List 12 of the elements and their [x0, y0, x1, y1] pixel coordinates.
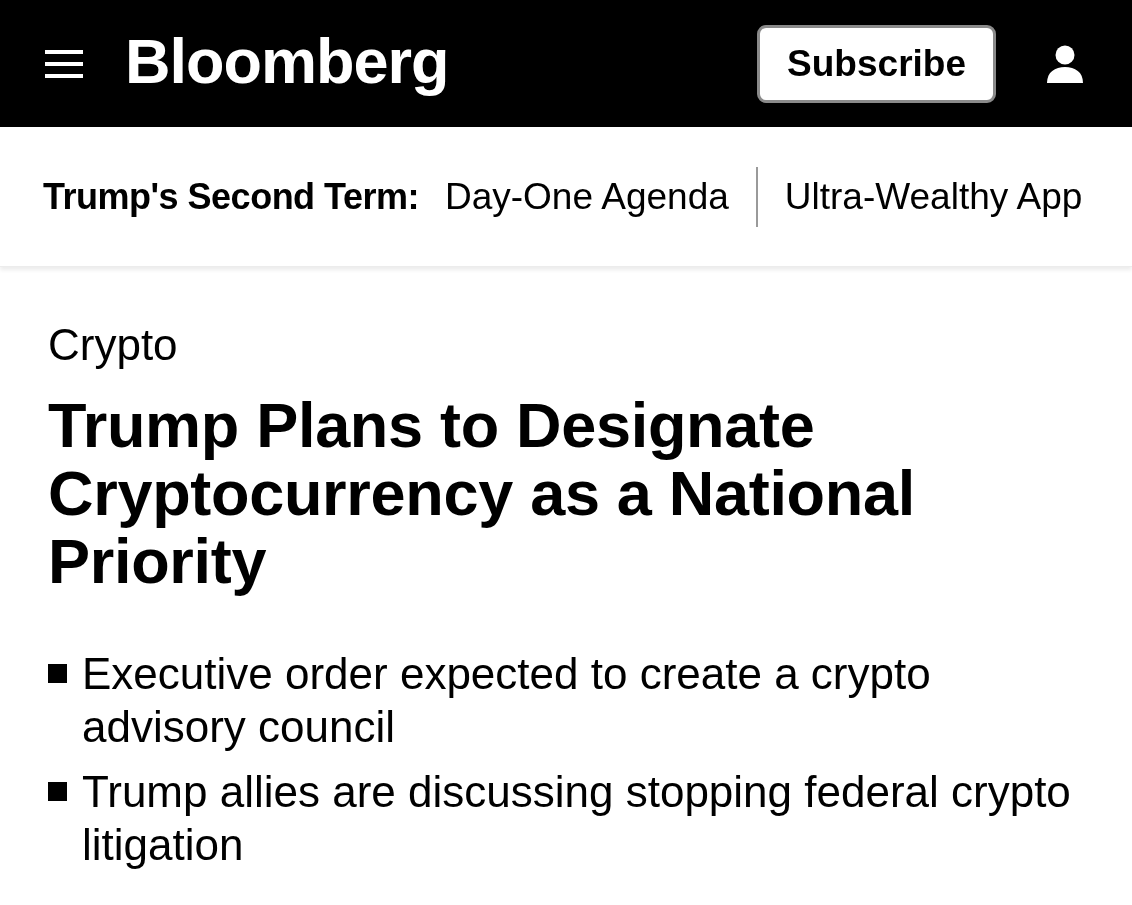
topic-label: Trump's Second Term: [43, 174, 419, 219]
summary-bullet-text: Trump allies are discussing stopping federal crypto litigation [82, 766, 1072, 871]
subscribe-button[interactable]: Subscribe [757, 24, 996, 103]
section-label[interactable]: Crypto [48, 319, 1090, 371]
topic-link[interactable]: Ultra-Wealthy App [784, 174, 1083, 219]
topic-link[interactable]: Day-One Agenda [444, 174, 729, 219]
account-icon[interactable] [1046, 44, 1084, 83]
summary-bullet-text: Executive order expected to create a crypto advisory council [82, 648, 932, 753]
square-bullet-icon [48, 782, 67, 801]
logo[interactable]: Bloomberg [125, 25, 449, 96]
square-bullet-icon [48, 664, 67, 683]
headline: Trump Plans to Designate Cryptocurrency as a National Priority [48, 391, 916, 595]
